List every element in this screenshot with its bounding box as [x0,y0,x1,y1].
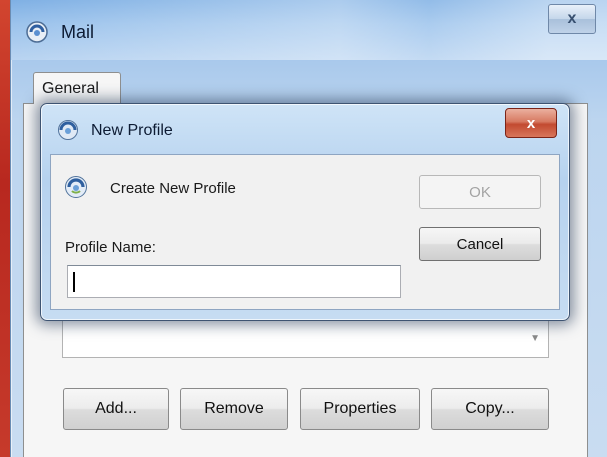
create-new-profile-heading: Create New Profile [110,180,236,197]
copy-button[interactable]: Copy... [431,388,549,430]
add-button[interactable]: Add... [63,388,169,430]
profile-name-input[interactable] [67,265,401,298]
remove-button[interactable]: Remove [180,388,288,430]
outlook-globe-icon [57,119,79,141]
mail-close-button[interactable]: x [548,4,596,34]
ok-button[interactable]: OK [419,175,541,209]
chevron-down-icon[interactable]: ▼ [530,333,540,344]
close-icon: x [567,10,577,27]
cancel-button[interactable]: Cancel [419,227,541,261]
dialog-close-button[interactable]: x [505,108,557,138]
tab-general[interactable]: General [33,72,121,104]
mail-profile-icon [25,20,49,44]
mail-window-title: Mail [61,22,95,42]
profile-list-dropdown[interactable]: ▼ [62,318,549,358]
profile-name-label: Profile Name: [65,239,156,256]
text-caret [73,272,75,292]
properties-button[interactable]: Properties [300,388,420,430]
dialog-content: Create New Profile Profile Name: OK Canc… [50,154,560,310]
new-profile-dialog: New Profile x Create New Profile Profile… [40,103,570,321]
mail-title-bar[interactable]: Mail x [11,0,607,60]
dialog-title: New Profile [91,122,173,139]
outlook-globe-icon [64,175,88,199]
close-icon: x [526,114,536,132]
